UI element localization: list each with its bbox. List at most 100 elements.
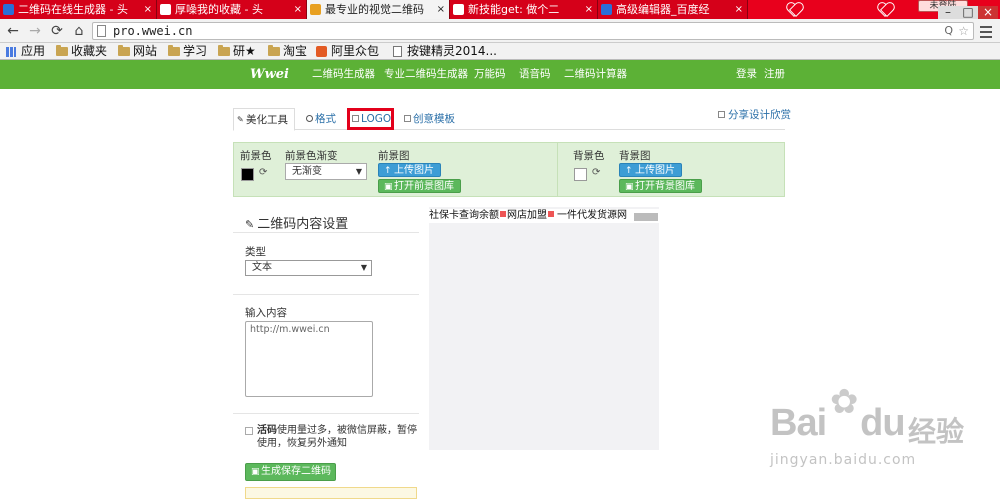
close-window-icon[interactable]: × xyxy=(978,6,998,19)
color-settings-panel: 前景色 ⟳ 前景色渐变 无渐变 ▼ 前景图 ↑ 上传图片 ▣ 打开前景图库 背景… xyxy=(233,142,785,197)
bookmark-research[interactable]: 研★ xyxy=(218,43,256,60)
tab-label: 美化工具 xyxy=(246,114,288,126)
tab-close-icon[interactable]: × xyxy=(735,0,743,19)
bookmark-label: 学习 xyxy=(183,44,208,58)
bookmark-websites[interactable]: 网站 xyxy=(118,43,157,60)
bg-image-label: 背景图 xyxy=(619,150,651,162)
fg-color-swatch[interactable] xyxy=(241,168,254,181)
tab-label: 创意模板 xyxy=(413,113,455,125)
bookmarks-bar: 应用 收藏夹 网站 学习 研★ 淘宝 阿里众包 按键精灵2014... xyxy=(0,43,1000,60)
watermark-brand: Bai du xyxy=(770,402,906,445)
panel-divider xyxy=(557,143,558,196)
bg-reset-icon[interactable]: ⟳ xyxy=(592,167,600,178)
site-header: Wwei 二维码生成器 专业二维码生成器 万能码 语音码 二维码计算器 登录 注… xyxy=(0,60,1000,89)
ad-links-row: 社保卡查询余额 网店加盟 一件代发货源网 xyxy=(429,209,659,223)
template-icon xyxy=(404,115,411,122)
ad-link[interactable]: 网店加盟 xyxy=(507,209,554,223)
share-label: 分享设计欣赏 xyxy=(728,109,791,121)
bookmark-apps[interactable]: 应用 xyxy=(6,43,45,60)
warning-box xyxy=(245,487,417,499)
fg-reset-icon[interactable]: ⟳ xyxy=(259,167,267,178)
gradient-select[interactable]: 无渐变 ▼ xyxy=(285,163,367,180)
ad-link[interactable]: 社保卡查询余额 xyxy=(429,209,506,223)
tab-close-icon[interactable]: × xyxy=(294,0,302,19)
open-bg-gallery-button[interactable]: ▣ 打开背景图库 xyxy=(619,179,702,193)
wrench-icon: ✎ xyxy=(237,115,244,124)
watermark-url: jingyan.baidu.com xyxy=(770,452,917,468)
bookmark-star-icon[interactable]: ☆ xyxy=(958,23,969,39)
type-select[interactable]: 文本 ▼ xyxy=(245,260,372,276)
content-textarea[interactable] xyxy=(245,321,373,397)
tab-title: 新技能get: 做个二 xyxy=(468,3,560,16)
browser-menu-icon[interactable] xyxy=(978,23,994,39)
divider xyxy=(233,413,419,414)
generate-save-button[interactable]: ▣ 生成保存二维码 xyxy=(245,463,336,481)
nav-qrcode-calculator[interactable]: 二维码计算器 xyxy=(564,60,627,89)
browser-tab-3-active[interactable]: 最专业的视觉二维码 × xyxy=(307,0,450,19)
tab-favicon-icon xyxy=(3,4,14,15)
tab-favicon-icon xyxy=(310,4,321,15)
live-code-note: 活码使用量过多，被微信屏蔽，暂停使用，恢复另外通知 xyxy=(257,424,417,450)
divider xyxy=(233,232,419,233)
browser-tab-5[interactable]: 高级编辑器_百度经 × xyxy=(598,0,748,19)
live-code-bold: 活码 xyxy=(257,425,277,436)
tab-format[interactable]: 格式 xyxy=(303,108,336,130)
folder-icon xyxy=(218,45,230,56)
browser-tab-1[interactable]: 二维码在线生成器 - 头 × xyxy=(0,0,157,19)
nav-pro-qrcode-generator[interactable]: 专业二维码生成器 xyxy=(384,60,468,89)
minimize-icon[interactable]: – xyxy=(938,6,958,19)
register-link[interactable]: 注册 xyxy=(764,60,785,89)
address-bar[interactable]: pro.wwei.cn Q ☆ xyxy=(92,22,974,40)
bookmark-study[interactable]: 学习 xyxy=(168,43,207,60)
qrcode-content-form: ✎二维码内容设置 类型 文本 ▼ 输入内容 活码使用量过多，被微信屏蔽，暂停使用… xyxy=(233,205,419,499)
browser-tab-4[interactable]: 新技能get: 做个二 × xyxy=(450,0,598,19)
upload-fg-image-button[interactable]: ↑ 上传图片 xyxy=(378,163,441,177)
home-icon[interactable]: ⌂ xyxy=(70,22,88,40)
tab-title: 高级编辑器_百度经 xyxy=(616,3,710,16)
nav-universal-code[interactable]: 万能码 xyxy=(474,60,506,89)
live-code-checkbox[interactable] xyxy=(245,427,253,435)
live-code-note-text: 使用量过多，被微信屏蔽，暂停使用，恢复另外通知 xyxy=(257,425,417,449)
ad-close-icon[interactable] xyxy=(634,213,658,221)
button-label: 上传图片 xyxy=(635,165,675,176)
browser-tab-2[interactable]: 厚噪我的收藏 - 头 × xyxy=(157,0,307,19)
tab-close-icon[interactable]: × xyxy=(585,0,593,19)
back-icon[interactable]: ← xyxy=(4,22,22,40)
bookmark-anjian[interactable]: 按键精灵2014... xyxy=(392,43,497,60)
ad-badge-icon xyxy=(548,211,554,217)
tab-creative-template[interactable]: 创意模板 xyxy=(401,108,455,130)
watermark-brand-part: du xyxy=(860,402,905,444)
ad-link-text: 网店加盟 xyxy=(507,210,547,221)
open-fg-gallery-button[interactable]: ▣ 打开前景图库 xyxy=(378,179,461,193)
nav-voice-code[interactable]: 语音码 xyxy=(519,60,551,89)
share-icon xyxy=(718,111,725,118)
fg-color-label: 前景色 xyxy=(240,150,272,162)
bookmark-favorites[interactable]: 收藏夹 xyxy=(56,43,107,60)
divider xyxy=(233,294,419,295)
site-logo[interactable]: Wwei xyxy=(250,60,289,89)
browser-toolbar: ← → ⟳ ⌂ pro.wwei.cn Q ☆ xyxy=(0,19,1000,43)
gear-icon xyxy=(306,115,313,122)
bg-color-swatch[interactable] xyxy=(574,168,587,181)
tab-close-icon[interactable]: × xyxy=(437,0,445,19)
ad-link-text: 社保卡查询余额 xyxy=(429,210,499,221)
button-label: 打开背景图库 xyxy=(635,181,695,192)
ad-link[interactable]: 一件代发货源网 xyxy=(557,209,627,223)
maximize-icon[interactable]: □ xyxy=(958,6,978,19)
tab-title: 厚噪我的收藏 - 头 xyxy=(175,3,263,16)
upload-bg-image-button[interactable]: ↑ 上传图片 xyxy=(619,163,682,177)
nav-qrcode-generator[interactable]: 二维码生成器 xyxy=(312,60,375,89)
login-link[interactable]: 登录 xyxy=(736,60,757,89)
tab-beautify[interactable]: ✎ 美化工具 xyxy=(233,108,295,131)
bookmark-taobao[interactable]: 淘宝 xyxy=(268,43,307,60)
forward-icon[interactable]: → xyxy=(26,22,44,40)
reload-icon[interactable]: ⟳ xyxy=(48,22,66,40)
bookmark-label: 淘宝 xyxy=(283,44,308,58)
bookmark-ali-crowdsource[interactable]: 阿里众包 xyxy=(316,43,379,60)
tab-favicon-icon xyxy=(453,4,464,15)
share-design-link[interactable]: 分享设计欣赏 xyxy=(718,108,791,122)
watermark-brand-part: Bai xyxy=(770,402,827,444)
tab-close-icon[interactable]: × xyxy=(144,0,152,19)
folder-icon xyxy=(268,45,280,56)
zoom-icon[interactable]: Q xyxy=(944,23,953,39)
